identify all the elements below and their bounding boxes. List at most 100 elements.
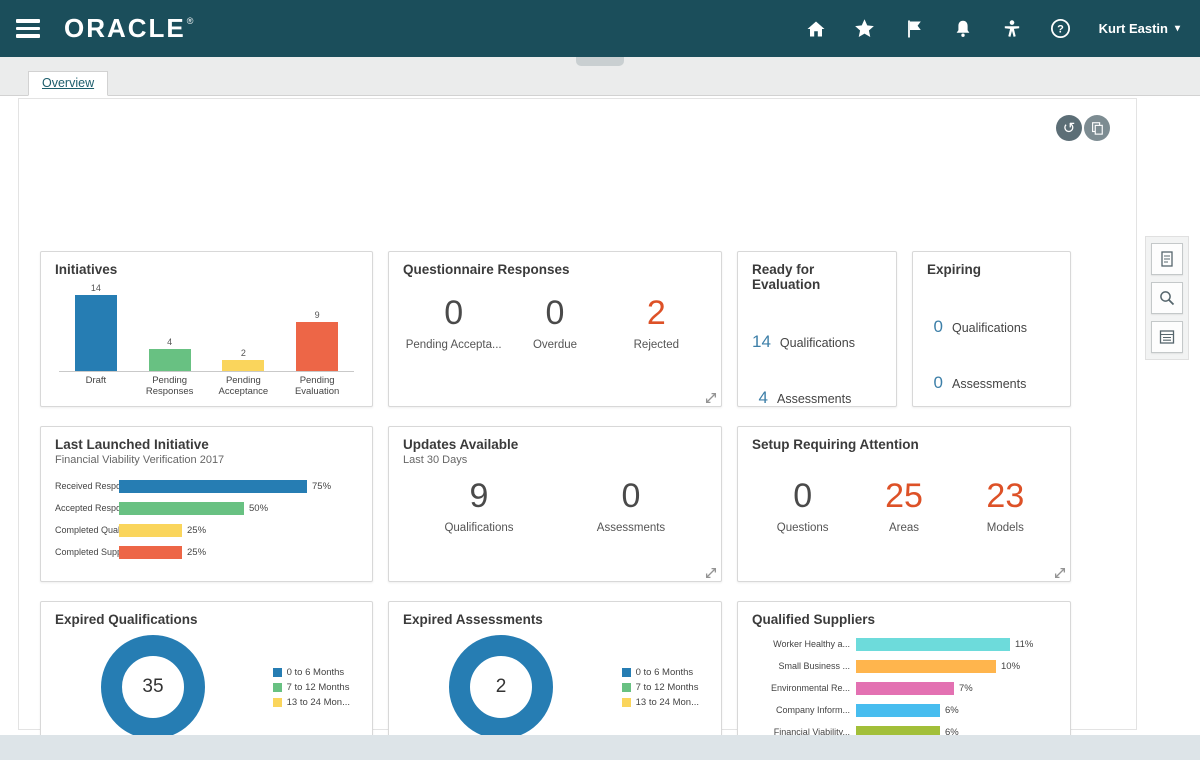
hbar-category-label: Small Business ...	[752, 661, 856, 671]
header-actions: ? Kurt Eastin ▾	[805, 18, 1180, 40]
menu-icon[interactable]	[16, 15, 42, 42]
bar-column: 2	[210, 348, 276, 371]
metric-value: 25	[853, 478, 954, 515]
bar-category-label: PendingEvaluation	[284, 375, 350, 398]
card-expired-qualifications: Expired Qualifications 35 0 to 6 Months 7 …	[40, 601, 373, 757]
legend-label: 0 to 6 Months	[287, 667, 345, 678]
collapse-handle[interactable]	[576, 57, 624, 66]
footer-bar	[0, 735, 1200, 760]
refresh-icon[interactable]: ↺	[1056, 115, 1082, 141]
tab-strip: Overview	[0, 57, 1200, 96]
hbar-value-label: 25%	[187, 525, 206, 536]
metric-label: Qualifications	[403, 522, 555, 534]
card-title: Expired Qualifications	[55, 612, 358, 627]
hbar-category-label: Received Respo...	[55, 481, 119, 491]
legend-item: 7 to 12 Months	[273, 682, 350, 693]
accessibility-icon[interactable]	[1001, 18, 1023, 40]
hbar-value-label: 7%	[959, 683, 973, 694]
metric: 9 Qualifications	[403, 478, 555, 534]
metric-value: 9	[403, 478, 555, 515]
brand-text: ORACLE	[64, 13, 186, 44]
metric-label: Models	[955, 522, 1056, 534]
search-icon[interactable]	[1151, 282, 1183, 314]
metric: 0Overdue	[504, 295, 605, 351]
expiring-kpis: 0Qualifications 0Assessments	[927, 317, 1056, 393]
metric: 0 Assessments	[555, 478, 707, 534]
card-expiring: Expiring 0Qualifications0Assessments	[912, 251, 1071, 407]
donut-center-value: 35	[142, 676, 163, 698]
card-setup-requiring-attention: Setup Requiring Attention 0Questions25Ar…	[737, 426, 1071, 582]
kpi-value: 14	[752, 332, 771, 352]
metric-label: Assessments	[555, 522, 707, 534]
chevron-down-icon: ▾	[1175, 23, 1180, 34]
bar	[75, 295, 117, 371]
app-header: ORACLE® ? Kurt Eastin ▾	[0, 0, 1200, 57]
kpi-row: 0Assessments	[927, 373, 1056, 393]
setup-metrics: 0Questions25Areas23Models	[752, 478, 1056, 534]
bar	[296, 322, 338, 371]
legend-swatch	[622, 683, 631, 692]
bar-column: 4	[137, 337, 203, 371]
oracle-logo: ORACLE®	[64, 13, 195, 44]
hbar-category-label: Worker Healthy a...	[752, 639, 856, 649]
bar-value-label: 2	[241, 348, 246, 358]
hbar-category-label: Environmental Re...	[752, 683, 856, 693]
hbar-category-label: Company Inform...	[752, 705, 856, 715]
metric-label: Rejected	[606, 339, 707, 351]
hbar-row: Company Inform...6%	[752, 699, 1056, 721]
hbar-bar	[119, 480, 307, 493]
card-last-launched-initiative: Last Launched Initiative Financial Viabi…	[40, 426, 373, 582]
metric-label: Questions	[752, 522, 853, 534]
notifications-bell-icon[interactable]	[952, 18, 974, 40]
bar-column: 14	[63, 283, 129, 371]
bar-value-label: 14	[91, 283, 101, 293]
legend-swatch	[273, 668, 282, 677]
card-subtitle: Last 30 Days	[403, 454, 707, 466]
list-icon[interactable]	[1151, 321, 1183, 353]
legend-item: 7 to 12 Months	[622, 682, 699, 693]
legend-item: 0 to 6 Months	[273, 667, 350, 678]
bar-category-label: PendingAcceptance	[210, 375, 276, 398]
favorites-star-icon[interactable]	[854, 18, 876, 40]
bar	[222, 360, 264, 371]
card-questionnaire-responses: Questionnaire Responses 0 Pending Accepta…	[388, 251, 722, 407]
card-subtitle: Financial Viability Verification 2017	[55, 454, 358, 466]
card-title: Qualified Suppliers	[752, 612, 1056, 627]
hbar-bar	[856, 638, 1010, 651]
hbar-bar	[119, 524, 182, 537]
hbar-category-label: Accepted Respo...	[55, 503, 119, 513]
hbar-value-label: 75%	[312, 481, 331, 492]
hbar-row: Small Business ...10%	[752, 655, 1056, 677]
user-menu[interactable]: Kurt Eastin ▾	[1099, 21, 1180, 36]
kpi-label: Qualifications	[780, 336, 855, 350]
donut-chart: 350 to 6 Months7 to 12 Months13 to 24 Mo…	[55, 635, 358, 739]
legend-label: 13 to 24 Mon...	[636, 697, 699, 708]
help-icon[interactable]: ?	[1050, 18, 1072, 40]
flag-icon[interactable]	[903, 18, 925, 40]
tab-overview[interactable]: Overview	[28, 71, 108, 96]
bar-category-label: Draft	[63, 375, 129, 398]
kpi-row: 4Assessments	[752, 388, 882, 408]
hbar-bar	[856, 682, 954, 695]
resize-icon[interactable]	[1054, 566, 1066, 578]
hbar-row: Completed Suppli...25%	[55, 541, 358, 563]
legend-label: 7 to 12 Months	[287, 682, 350, 693]
hbar-value-label: 50%	[249, 503, 268, 514]
legend-label: 0 to 6 Months	[636, 667, 694, 678]
card-title: Questionnaire Responses	[403, 262, 707, 277]
kpi-row: 0Qualifications	[927, 317, 1056, 337]
metric-label: Pending Accepta...	[403, 339, 504, 351]
home-icon[interactable]	[805, 18, 827, 40]
hbar-row: Worker Healthy a...11%	[752, 633, 1056, 655]
card-title: Initiatives	[55, 262, 358, 277]
metric-value: 0	[403, 295, 504, 332]
pages-icon[interactable]	[1084, 115, 1110, 141]
metric-value: 0	[555, 478, 707, 515]
ready-kpis: 14 Qualifications 4Assessments	[752, 332, 882, 408]
resize-icon[interactable]	[705, 566, 717, 578]
bar	[149, 349, 191, 371]
metric-value: 0	[752, 478, 853, 515]
side-toolbar	[1145, 236, 1189, 360]
resize-icon[interactable]	[705, 391, 717, 403]
document-icon[interactable]	[1151, 243, 1183, 275]
